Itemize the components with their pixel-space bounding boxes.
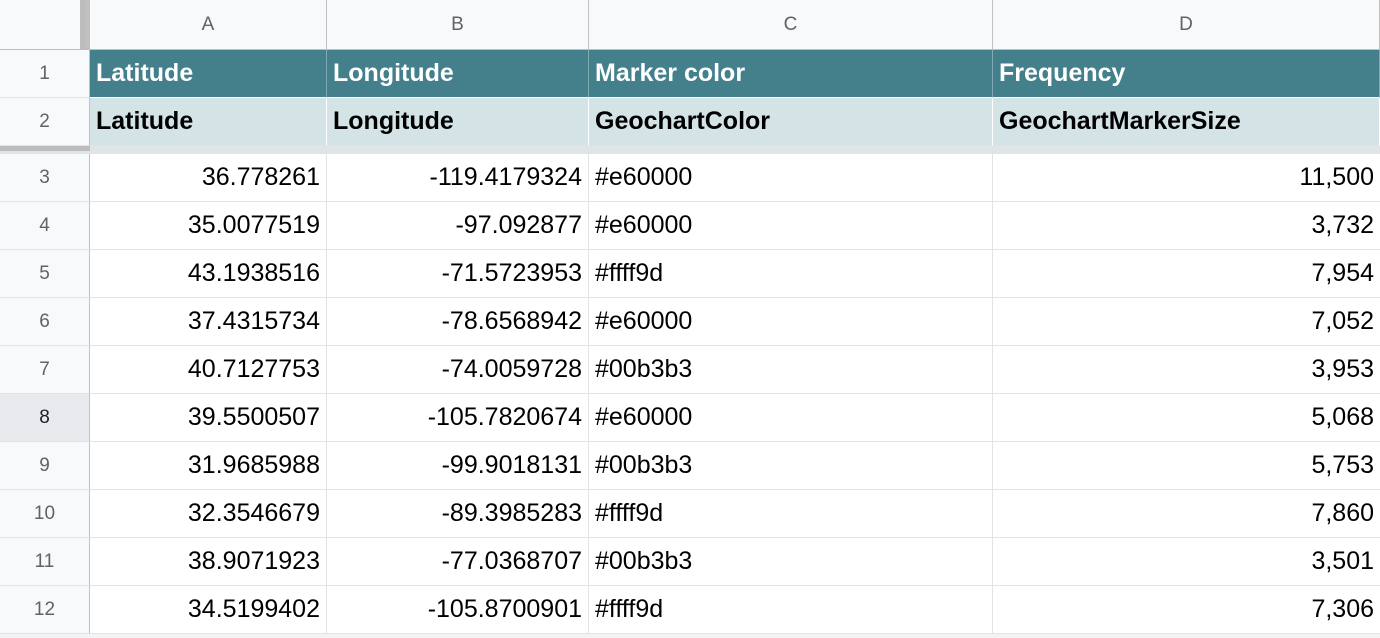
header-row-2: 2 Latitude Longitude GeochartColor Geoch… [0,98,1380,146]
frozen-rows-divider[interactable] [0,146,1380,154]
cell-frequency[interactable]: 7,860 [993,490,1380,538]
table-row: 11 38.9071923 -77.0368707 #00b3b3 3,501 [0,538,1380,586]
cell-frequency[interactable]: 11,500 [993,154,1380,202]
table-row: 8 39.5500507 -105.7820674 #e60000 5,068 [0,394,1380,442]
cell-frequency[interactable]: 7,306 [993,586,1380,634]
cell-longitude[interactable]: -74.0059728 [327,346,589,394]
cell-d2[interactable]: GeochartMarkerSize [993,98,1380,146]
row-header[interactable]: 11 [0,538,90,586]
cell-latitude[interactable]: 32.3546679 [90,490,327,538]
table-row: 4 35.0077519 -97.092877 #e60000 3,732 [0,202,1380,250]
cell-c1[interactable]: Marker color [589,50,993,98]
cell-b2[interactable]: Longitude [327,98,589,146]
cell-latitude[interactable]: 36.778261 [90,154,327,202]
cell-frequency[interactable]: 3,953 [993,346,1380,394]
cell-frequency[interactable]: 7,052 [993,298,1380,346]
cell-latitude[interactable]: 37.4315734 [90,298,327,346]
cell-a2[interactable]: Latitude [90,98,327,146]
table-row: 10 32.3546679 -89.3985283 #ffff9d 7,860 [0,490,1380,538]
cell-longitude[interactable]: -78.6568942 [327,298,589,346]
cell-longitude[interactable]: -89.3985283 [327,490,589,538]
table-row: 7 40.7127753 -74.0059728 #00b3b3 3,953 [0,346,1380,394]
table-row: 3 36.778261 -119.4179324 #e60000 11,500 [0,154,1380,202]
cell-longitude[interactable]: -105.7820674 [327,394,589,442]
spreadsheet-grid: A B C D 1 Latitude Longitude Marker colo… [0,0,1380,638]
cell-longitude[interactable]: -119.4179324 [327,154,589,202]
cell-marker-color[interactable]: #ffff9d [589,490,993,538]
cell-marker-color[interactable]: #e60000 [589,154,993,202]
table-row: 12 34.5199402 -105.8700901 #ffff9d 7,306 [0,586,1380,634]
cell-longitude[interactable]: -97.092877 [327,202,589,250]
cell-latitude[interactable]: 38.9071923 [90,538,327,586]
cell-marker-color[interactable]: #00b3b3 [589,538,993,586]
cell-latitude[interactable]: 40.7127753 [90,346,327,394]
select-all-corner[interactable] [0,0,90,50]
row-header[interactable]: 9 [0,442,90,490]
row-header[interactable]: 7 [0,346,90,394]
cell-frequency[interactable]: 3,732 [993,202,1380,250]
cell-frequency[interactable]: 5,068 [993,394,1380,442]
cell-frequency[interactable]: 5,753 [993,442,1380,490]
cell-latitude[interactable]: 34.5199402 [90,586,327,634]
row-header[interactable]: 8 [0,394,90,442]
table-row: 6 37.4315734 -78.6568942 #e60000 7,052 [0,298,1380,346]
cell-marker-color[interactable]: #e60000 [589,202,993,250]
cell-latitude[interactable]: 35.0077519 [90,202,327,250]
row-header[interactable]: 10 [0,490,90,538]
cell-marker-color[interactable]: #ffff9d [589,250,993,298]
grid-bottom-edge [0,634,1380,638]
cell-marker-color[interactable]: #00b3b3 [589,442,993,490]
cell-b1[interactable]: Longitude [327,50,589,98]
row-header[interactable]: 4 [0,202,90,250]
cell-latitude[interactable]: 39.5500507 [90,394,327,442]
cell-d1[interactable]: Frequency [993,50,1380,98]
cell-latitude[interactable]: 43.1938516 [90,250,327,298]
cell-a1[interactable]: Latitude [90,50,327,98]
header-row-1: 1 Latitude Longitude Marker color Freque… [0,50,1380,98]
row-header[interactable]: 2 [0,98,90,146]
column-header-b[interactable]: B [327,0,589,50]
row-header[interactable]: 12 [0,586,90,634]
cell-marker-color[interactable]: #00b3b3 [589,346,993,394]
table-row: 9 31.9685988 -99.9018131 #00b3b3 5,753 [0,442,1380,490]
cell-longitude[interactable]: -77.0368707 [327,538,589,586]
cell-marker-color[interactable]: #e60000 [589,298,993,346]
freeze-handle[interactable] [0,146,90,151]
column-header-a[interactable]: A [90,0,327,50]
column-header-d[interactable]: D [993,0,1380,50]
cell-c2[interactable]: GeochartColor [589,98,993,146]
cell-marker-color[interactable]: #ffff9d [589,586,993,634]
row-header[interactable]: 6 [0,298,90,346]
cell-frequency[interactable]: 7,954 [993,250,1380,298]
table-row: 5 43.1938516 -71.5723953 #ffff9d 7,954 [0,250,1380,298]
column-header-row: A B C D [0,0,1380,50]
row-header[interactable]: 1 [0,50,90,98]
cell-longitude[interactable]: -105.8700901 [327,586,589,634]
column-header-c[interactable]: C [589,0,993,50]
cell-latitude[interactable]: 31.9685988 [90,442,327,490]
cell-marker-color[interactable]: #e60000 [589,394,993,442]
cell-longitude[interactable]: -71.5723953 [327,250,589,298]
row-header[interactable]: 3 [0,154,90,202]
row-header[interactable]: 5 [0,250,90,298]
cell-frequency[interactable]: 3,501 [993,538,1380,586]
cell-longitude[interactable]: -99.9018131 [327,442,589,490]
